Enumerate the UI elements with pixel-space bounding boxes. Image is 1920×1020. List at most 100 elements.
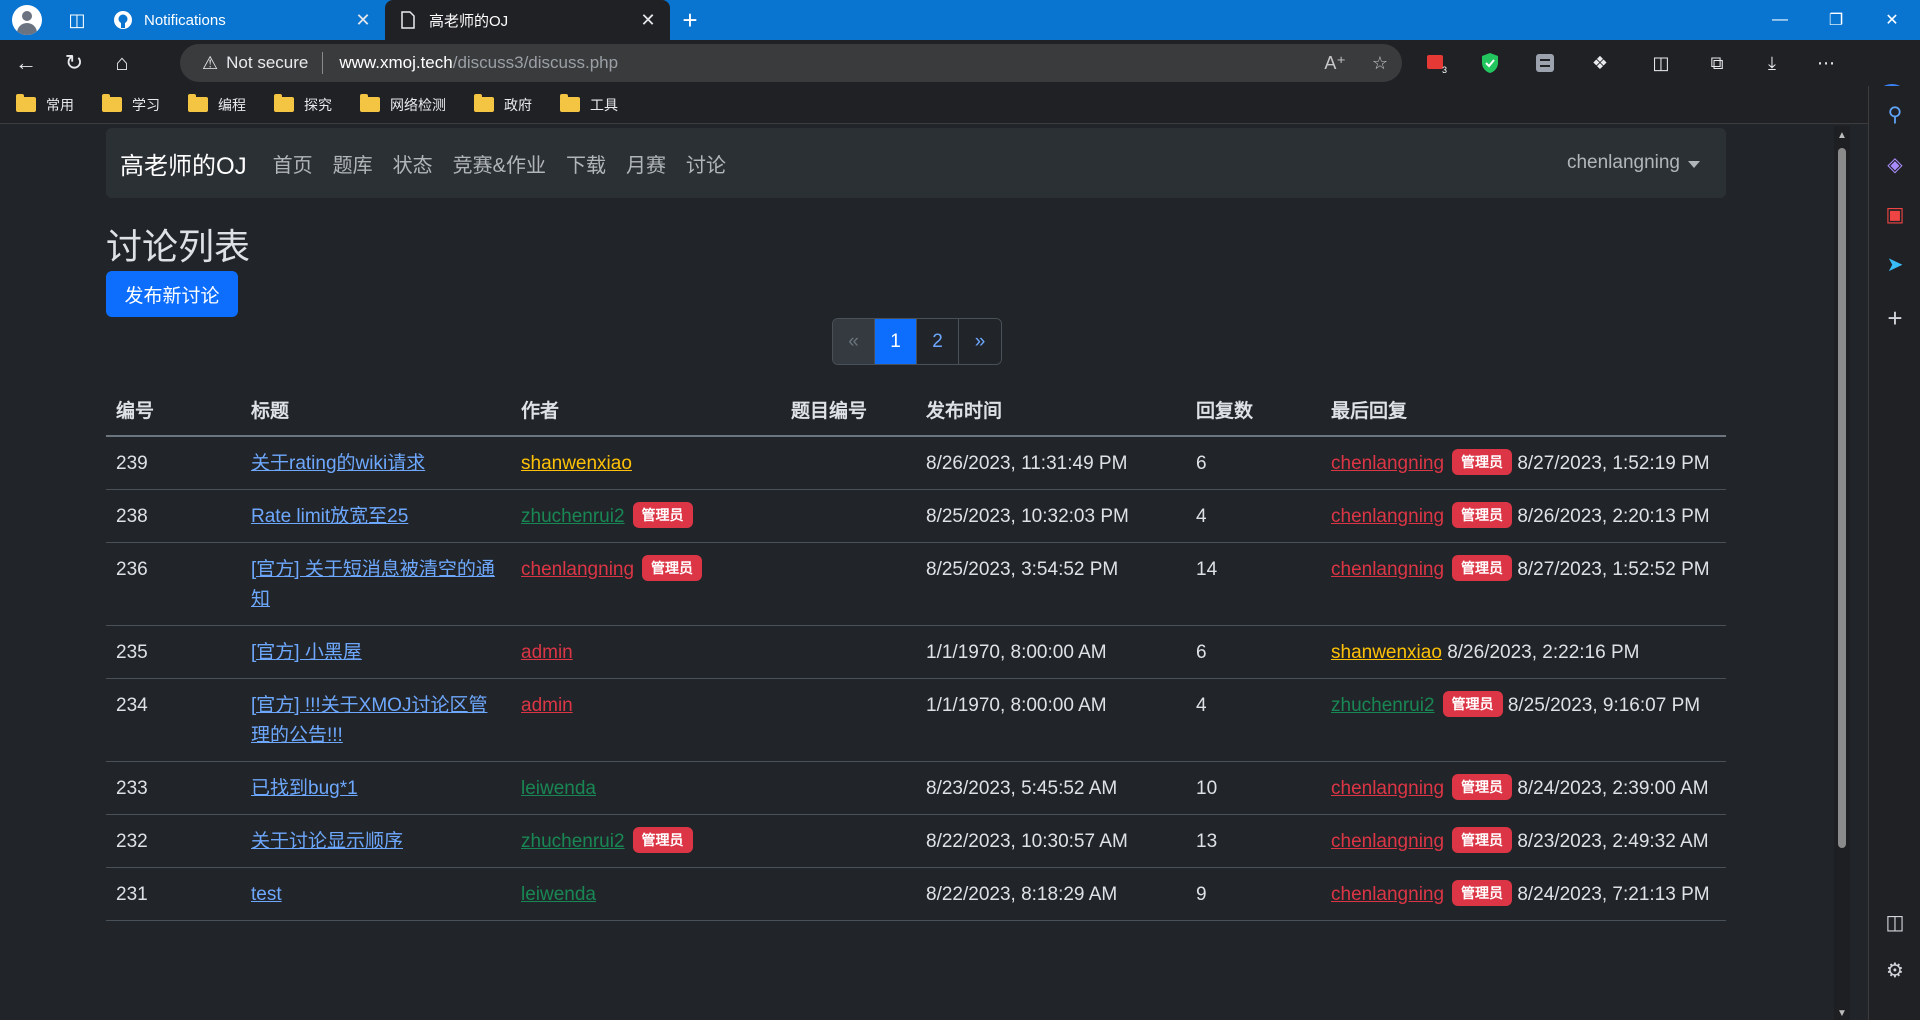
security-label[interactable]: Not secure [226,53,308,73]
downloads-icon[interactable]: ⤓ [1754,44,1790,82]
last-reply-user-link[interactable]: chenlangning [1331,506,1444,527]
new-tab-button[interactable]: + [670,0,710,40]
last-reply-time: 8/26/2023, 2:20:13 PM [1517,506,1710,527]
address-bar[interactable]: ⚠ Not secure www.xmoj.tech/discuss3/disc… [180,44,1402,82]
nav-home[interactable]: 首页 [273,149,313,178]
author-link[interactable]: leiwenda [521,778,596,799]
home-icon[interactable]: ⌂ [100,43,144,83]
address-actions: A⁺ ☆ [1324,44,1388,82]
nav-downloads[interactable]: 下载 [566,149,606,178]
extensions-puzzle-icon[interactable]: ❖ [1582,44,1618,82]
tab-notifications[interactable]: Notifications ✕ [100,0,385,40]
page-1-button[interactable]: 1 [875,319,917,364]
admin-badge: 管理员 [642,555,703,581]
close-icon[interactable]: ✕ [353,10,373,31]
nav-contests[interactable]: 竞赛&作业 [453,149,546,178]
author-link[interactable]: chenlangning [521,559,634,580]
sidebar-toggle-icon[interactable]: ◫ [1869,902,1920,942]
post-id: 233 [106,761,241,815]
author-link[interactable]: leiwenda [521,884,596,905]
last-reply-user-link[interactable]: chenlangning [1331,831,1444,852]
close-icon[interactable]: ✕ [638,10,658,31]
favorite-star-icon[interactable]: ☆ [1372,53,1388,74]
last-reply-user-link[interactable]: chenlangning [1331,778,1444,799]
more-menu-icon[interactable]: ⋯ [1808,44,1844,82]
last-reply-user-link[interactable]: chenlangning [1331,453,1444,474]
extension-red-icon[interactable]: 3 [1418,44,1454,82]
add-icon[interactable]: + [1869,298,1920,338]
split-screen-icon[interactable]: ◫ [1643,44,1679,82]
post-title-link[interactable]: 关于讨论显示顺序 [251,831,403,852]
folder-icon [188,94,208,112]
close-window-icon[interactable]: ✕ [1864,0,1920,40]
shield-icon[interactable] [1472,44,1508,82]
reply-count: 10 [1186,761,1321,815]
post-time: 8/26/2023, 11:31:49 PM [916,436,1186,490]
bookmark-folder[interactable]: 政府 [474,94,532,115]
notes-extension-icon[interactable] [1527,44,1563,82]
author-link[interactable]: admin [521,642,573,663]
author-link[interactable]: admin [521,695,573,716]
minimize-icon[interactable]: — [1752,0,1808,40]
tab-oj[interactable]: 高老师的OJ ✕ [385,0,670,40]
tools-icon[interactable]: ▣ [1869,194,1920,234]
problem-id [781,761,916,815]
author-link[interactable]: zhuchenrui2 [521,831,625,852]
next-page-button[interactable]: » [959,319,1001,364]
bookmark-folder[interactable]: 常用 [16,94,74,115]
search-icon[interactable]: ⚲ [1869,94,1920,134]
new-post-button[interactable]: 发布新讨论 [106,271,238,317]
scroll-down-icon[interactable]: ▼ [1836,1008,1848,1019]
last-reply-user-link[interactable]: zhuchenrui2 [1331,695,1435,716]
nav-problems[interactable]: 题库 [333,149,373,178]
post-title-link[interactable]: [官方] 关于短消息被清空的通知 [251,559,495,610]
post-title-link[interactable]: 关于rating的wiki请求 [251,453,425,474]
scroll-thumb[interactable] [1838,148,1846,848]
url-path: /discuss3/discuss.php [452,53,619,72]
author-link[interactable]: zhuchenrui2 [521,506,625,527]
nav-status[interactable]: 状态 [393,149,433,178]
page-scrollbar[interactable]: ▲ ▼ [1834,126,1850,1020]
collections-icon[interactable]: ⧉ [1699,44,1735,82]
bookmark-label: 学习 [132,96,160,113]
bookmark-folder[interactable]: 编程 [188,94,246,115]
bookmark-folder[interactable]: 探究 [274,94,332,115]
post-title-link[interactable]: Rate limit放宽至25 [251,506,408,527]
prev-page-button[interactable]: « [833,319,875,364]
username: chenlangning [1566,152,1680,173]
scroll-up-icon[interactable]: ▲ [1836,130,1848,141]
tab-actions-icon[interactable]: ◫ [54,0,100,40]
bookmark-label: 探究 [304,96,332,113]
url-host: www.xmoj.tech [339,53,453,72]
avatar-icon [12,5,42,35]
column-header: 最后回复 [1321,384,1726,437]
author-link[interactable]: shanwenxiao [521,453,632,474]
user-dropdown[interactable]: chenlangning [1567,128,1700,198]
last-reply-user-link[interactable]: chenlangning [1331,559,1444,580]
bookmark-folder[interactable]: 工具 [560,94,618,115]
profile-button[interactable] [0,0,54,40]
last-reply-user-link[interactable]: shanwenxiao [1331,642,1442,663]
bookmark-folder[interactable]: 网络检测 [360,94,446,115]
table-row: 233 已找到bug*1 leiwenda 8/23/2023, 5:45:52 AM… [106,761,1726,815]
page-2-button[interactable]: 2 [917,319,959,364]
back-icon[interactable]: ← [4,43,48,83]
post-title-link[interactable]: test [251,884,282,905]
restore-icon[interactable]: ❐ [1808,0,1864,40]
problem-id [781,814,916,868]
nav-discuss[interactable]: 讨论 [686,149,726,178]
refresh-icon[interactable]: ↻ [52,43,96,83]
table-row: 234 [官方] !!!关于XMOJ讨论区管理的公告!!! admin 1/1/197… [106,678,1726,762]
last-reply-user-link[interactable]: chenlangning [1331,884,1444,905]
nav-monthly[interactable]: 月赛 [626,149,666,178]
send-icon[interactable]: ➤ [1869,244,1920,284]
settings-gear-icon[interactable]: ⚙ [1869,950,1920,990]
read-aloud-icon[interactable]: A⁺ [1324,53,1346,74]
bookmark-folder[interactable]: 学习 [102,94,160,115]
post-title-link[interactable]: [官方] 小黑屋 [251,642,362,663]
bookmark-label: 常用 [46,96,74,113]
post-title-link[interactable]: [官方] !!!关于XMOJ讨论区管理的公告!!! [251,695,487,746]
post-title-link[interactable]: 已找到bug*1 [251,778,358,799]
site-brand[interactable]: 高老师的OJ [120,146,247,181]
shopping-tag-icon[interactable]: ◈ [1869,144,1920,184]
